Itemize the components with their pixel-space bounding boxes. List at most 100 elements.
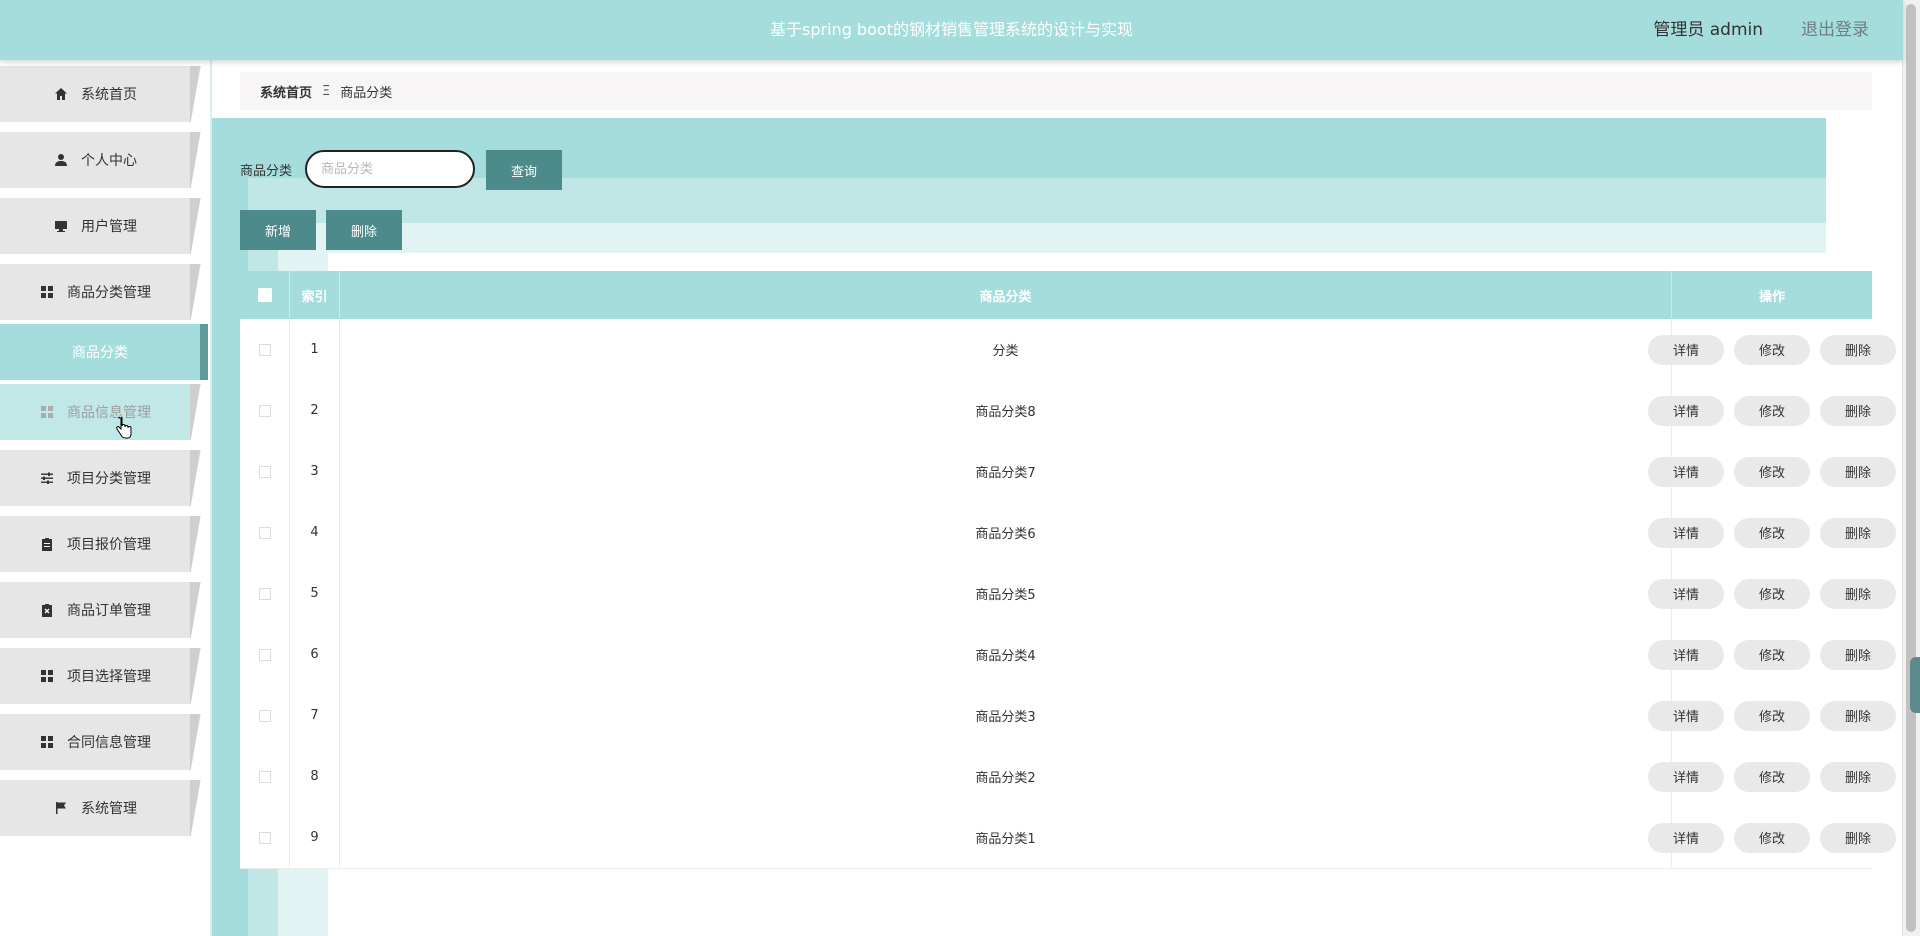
scrollbar-thumb[interactable] <box>1906 4 1916 932</box>
delete-button[interactable]: 删除 <box>1820 517 1896 548</box>
category-search-input[interactable] <box>305 150 475 188</box>
edit-button[interactable]: 修改 <box>1734 578 1810 609</box>
breadcrumb-separator: Ξ <box>322 83 331 99</box>
row-checkbox[interactable] <box>258 465 271 478</box>
batch-delete-button[interactable]: 删除 <box>326 210 402 250</box>
row-checkbox[interactable] <box>258 587 271 600</box>
search-label: 商品分类 <box>240 164 293 179</box>
logout-link[interactable]: 退出登录 <box>1801 0 1869 60</box>
sidebar-item-content: 商品订单管理 <box>0 582 190 638</box>
table-row: 8 商品分类2 详情 修改 删除 <box>240 746 1896 808</box>
row-checkbox[interactable] <box>258 648 271 661</box>
sidebar-item[interactable]: 商品信息管理 <box>0 384 210 440</box>
delete-button[interactable]: 删除 <box>1820 700 1896 731</box>
delete-button[interactable]: 删除 <box>1820 761 1896 792</box>
breadcrumb-home[interactable]: 系统首页 <box>260 82 312 101</box>
sidebar-item[interactable]: 商品分类 <box>0 324 210 380</box>
delete-button[interactable]: 删除 <box>1820 639 1896 670</box>
sidebar-item[interactable]: 合同信息管理 <box>0 714 210 770</box>
sidebar-item-tab <box>190 582 210 638</box>
sidebar-item[interactable]: 系统管理 <box>0 780 210 836</box>
edit-button[interactable]: 修改 <box>1734 395 1810 426</box>
sidebar-item-label: 系统首页 <box>81 87 137 103</box>
monitor-icon <box>53 218 69 234</box>
row-checkbox-cell <box>240 441 290 502</box>
delete-button[interactable]: 删除 <box>1820 334 1896 365</box>
edit-button[interactable]: 修改 <box>1734 700 1810 731</box>
detail-button[interactable]: 详情 <box>1648 822 1724 853</box>
delete-button[interactable]: 删除 <box>1820 395 1896 426</box>
sidebar-item-label: 用户管理 <box>81 219 137 235</box>
detail-button[interactable]: 详情 <box>1648 334 1724 365</box>
side-handle[interactable] <box>1910 657 1920 713</box>
edit-button[interactable]: 修改 <box>1734 334 1810 365</box>
query-button[interactable]: 查询 <box>486 150 562 190</box>
sidebar-item-content: 商品分类 <box>0 324 200 380</box>
detail-button[interactable]: 详情 <box>1648 395 1724 426</box>
add-button[interactable]: 新增 <box>240 210 316 250</box>
sidebar-item-label: 商品信息管理 <box>67 405 151 421</box>
detail-button[interactable]: 详情 <box>1648 639 1724 670</box>
grid-icon <box>39 284 55 300</box>
row-actions: 详情 修改 删除 <box>1648 563 1896 624</box>
sidebar-item[interactable]: 项目报价管理 <box>0 516 210 572</box>
row-checkbox[interactable] <box>258 831 271 844</box>
sidebar-item-tab <box>190 648 210 704</box>
sidebar-item[interactable]: 商品分类管理 <box>0 264 210 320</box>
row-checkbox[interactable] <box>258 526 271 539</box>
detail-button[interactable]: 详情 <box>1648 517 1724 548</box>
row-category-name: 商品分类8 <box>340 380 1672 441</box>
sidebar-item[interactable]: 系统首页 <box>0 66 210 122</box>
vertical-scrollbar[interactable] <box>1902 0 1920 936</box>
row-checkbox-cell <box>240 319 290 380</box>
table-row: 1 分类 详情 修改 删除 <box>240 319 1896 381</box>
sidebar-item-content: 项目分类管理 <box>0 450 190 506</box>
delete-button[interactable]: 删除 <box>1820 822 1896 853</box>
edit-button[interactable]: 修改 <box>1734 517 1810 548</box>
delete-button[interactable]: 删除 <box>1820 456 1896 487</box>
sidebar-item[interactable]: 项目分类管理 <box>0 450 210 506</box>
edit-button[interactable]: 修改 <box>1734 761 1810 792</box>
detail-button[interactable]: 详情 <box>1648 761 1724 792</box>
delete-button[interactable]: 删除 <box>1820 578 1896 609</box>
sidebar-item[interactable]: 项目选择管理 <box>0 648 210 704</box>
grid-icon <box>39 734 55 750</box>
detail-button[interactable]: 详情 <box>1648 578 1724 609</box>
row-category-name: 商品分类2 <box>340 746 1672 807</box>
sidebar-item-content: 项目报价管理 <box>0 516 190 572</box>
row-checkbox[interactable] <box>258 770 271 783</box>
row-actions: 详情 修改 删除 <box>1648 685 1896 746</box>
row-checkbox[interactable] <box>258 709 271 722</box>
sidebar-item-tab <box>190 714 210 770</box>
current-user: 管理员 admin <box>1653 20 1763 40</box>
detail-button[interactable]: 详情 <box>1648 700 1724 731</box>
table-row: 9 商品分类1 详情 修改 删除 <box>240 807 1896 869</box>
row-actions: 详情 修改 删除 <box>1648 807 1896 868</box>
row-checkbox-cell <box>240 502 290 563</box>
row-index: 6 <box>290 624 340 685</box>
sidebar-item-tab <box>190 516 210 572</box>
edit-button[interactable]: 修改 <box>1734 639 1810 670</box>
row-checkbox[interactable] <box>258 343 271 356</box>
row-checkbox[interactable] <box>258 404 271 417</box>
sidebar-item-label: 商品分类 <box>72 345 128 361</box>
row-checkbox-cell <box>240 746 290 807</box>
edit-button[interactable]: 修改 <box>1734 456 1810 487</box>
row-category-name: 商品分类3 <box>340 685 1672 746</box>
edit-button[interactable]: 修改 <box>1734 822 1810 853</box>
sidebar-item-tab <box>190 264 210 320</box>
row-actions: 详情 修改 删除 <box>1648 441 1896 502</box>
sidebar-item[interactable]: 个人中心 <box>0 132 210 188</box>
row-checkbox-cell <box>240 380 290 441</box>
row-index: 1 <box>290 319 340 380</box>
row-index: 4 <box>290 502 340 563</box>
row-category-name: 商品分类1 <box>340 807 1672 868</box>
detail-button[interactable]: 详情 <box>1648 456 1724 487</box>
home-icon <box>53 86 69 102</box>
sidebar-item-tab <box>190 450 210 506</box>
sidebar-item[interactable]: 用户管理 <box>0 198 210 254</box>
select-all-checkbox[interactable] <box>257 288 272 302</box>
sidebar-item-label: 合同信息管理 <box>67 735 151 751</box>
person-icon <box>53 152 69 168</box>
sidebar-item[interactable]: 商品订单管理 <box>0 582 210 638</box>
